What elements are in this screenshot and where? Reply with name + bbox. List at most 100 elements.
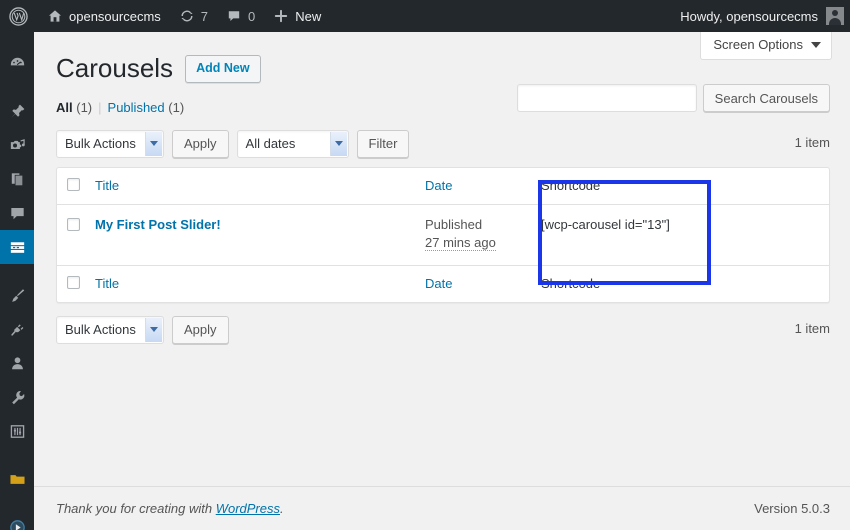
avatar-icon bbox=[826, 7, 844, 25]
apply-button-bottom[interactable]: Apply bbox=[172, 315, 229, 344]
dashboard-gauge-icon bbox=[8, 54, 27, 73]
pin-icon bbox=[8, 102, 27, 121]
bulk-actions-select-top[interactable]: Bulk Actions bbox=[56, 129, 164, 158]
sidebar-item-tools[interactable] bbox=[0, 380, 34, 414]
sidebar-item-pages[interactable] bbox=[0, 162, 34, 196]
column-footer-extra bbox=[695, 264, 829, 302]
search-submit-button[interactable]: Search Carousels bbox=[702, 84, 830, 112]
comment-bubble-icon bbox=[226, 8, 242, 24]
site-name-label: opensourcecms bbox=[69, 8, 161, 24]
wrench-icon bbox=[8, 388, 27, 407]
select-all-checkbox-top[interactable] bbox=[67, 177, 80, 191]
sidebar-item-plugins[interactable] bbox=[0, 312, 34, 346]
bulk-actions-value-top: Bulk Actions bbox=[65, 136, 136, 152]
plus-icon bbox=[273, 8, 289, 24]
updates-count: 7 bbox=[200, 8, 209, 24]
apply-button-top[interactable]: Apply bbox=[172, 129, 229, 158]
comments-menu[interactable]: 0 bbox=[217, 0, 264, 32]
column-header-extra bbox=[695, 168, 829, 205]
add-new-button[interactable]: Add New bbox=[185, 54, 261, 84]
item-count-bottom: 1 item bbox=[794, 320, 830, 336]
column-header-date-link[interactable]: Date bbox=[425, 178, 452, 193]
tablenav-bottom: Bulk Actions Apply 1 item bbox=[56, 315, 830, 345]
table-body: My First Post Slider! Published 27 mins … bbox=[57, 205, 829, 265]
page-header: Carousels Add New bbox=[56, 42, 830, 86]
plug-icon bbox=[8, 320, 27, 339]
search-box: Search Carousels bbox=[516, 84, 830, 112]
page-title: Carousels bbox=[56, 53, 174, 83]
table-foot: Title Date Shortcode bbox=[57, 264, 829, 302]
column-footer-title[interactable]: Title bbox=[95, 264, 425, 302]
my-account-menu[interactable]: Howdy, opensourcecms bbox=[680, 7, 850, 25]
home-icon bbox=[47, 8, 63, 24]
column-header-title-link[interactable]: Title bbox=[95, 178, 119, 193]
new-content-menu[interactable]: New bbox=[264, 0, 330, 32]
search-input[interactable] bbox=[516, 84, 697, 112]
sidebar-item-users[interactable] bbox=[0, 346, 34, 380]
filter-published-label[interactable]: Published bbox=[108, 100, 165, 115]
column-footer-title-link[interactable]: Title bbox=[95, 276, 119, 291]
sidebar-item-folder[interactable] bbox=[0, 462, 34, 496]
tablenav-top: Bulk Actions Apply All dates Filter 1 it… bbox=[56, 129, 830, 159]
sidebar-gap-4 bbox=[0, 496, 34, 510]
chevron-down-icon bbox=[145, 317, 162, 342]
row-select-cell bbox=[57, 205, 95, 265]
table-footer-row: Title Date Shortcode bbox=[57, 264, 829, 302]
chevron-down-icon bbox=[145, 131, 162, 156]
comments-count: 0 bbox=[248, 8, 256, 24]
page-wrap: Carousels Add New All (1) | Published (1… bbox=[34, 32, 850, 345]
table-row[interactable]: My First Post Slider! Published 27 mins … bbox=[57, 205, 829, 265]
admin-footer: Thank you for creating with WordPress. V… bbox=[34, 486, 850, 530]
row-shortcode-cell: [wcp-carousel id="13"] bbox=[525, 205, 695, 265]
row-date-status: Published bbox=[425, 216, 483, 232]
user-icon bbox=[8, 354, 27, 373]
row-title-link[interactable]: My First Post Slider! bbox=[95, 217, 221, 232]
sidebar-gap-2 bbox=[0, 264, 34, 278]
site-name-menu[interactable]: opensourcecms bbox=[38, 0, 170, 32]
new-label: New bbox=[295, 8, 322, 24]
sidebar-item-posts[interactable] bbox=[0, 94, 34, 128]
column-header-date[interactable]: Date bbox=[425, 168, 525, 205]
column-footer-date[interactable]: Date bbox=[425, 264, 525, 302]
row-checkbox[interactable] bbox=[67, 217, 80, 231]
item-count-top: 1 item bbox=[794, 134, 830, 150]
wordpress-link[interactable]: WordPress bbox=[216, 501, 280, 516]
admin-bar: opensourcecms 7 0 New Howdy, opensourcec… bbox=[0, 0, 850, 32]
filter-all-count: (1) bbox=[76, 99, 93, 115]
wordpress-logo-menu[interactable] bbox=[0, 0, 38, 32]
sidebar-item-media[interactable] bbox=[0, 128, 34, 162]
chevron-down-icon bbox=[329, 131, 347, 156]
select-all-checkbox-bottom[interactable] bbox=[67, 275, 80, 289]
table-head: Title Date Shortcode bbox=[57, 168, 829, 205]
filter-all-label: All bbox=[56, 99, 73, 115]
paint-brush-icon bbox=[8, 286, 27, 305]
table-header-row: Title Date Shortcode bbox=[57, 168, 829, 205]
select-all-footer bbox=[57, 264, 95, 302]
updates-icon bbox=[179, 8, 195, 24]
row-date-relative: 27 mins ago bbox=[425, 234, 496, 251]
column-footer-date-link[interactable]: Date bbox=[425, 276, 452, 291]
sidebar-item-comments[interactable] bbox=[0, 196, 34, 230]
sidebar-item-dashboard[interactable] bbox=[0, 46, 34, 80]
filter-divider: | bbox=[98, 99, 102, 115]
filter-published[interactable]: Published (1) bbox=[108, 100, 185, 115]
sliders-icon bbox=[8, 422, 27, 441]
sidebar-top-gap bbox=[0, 32, 34, 46]
row-title-cell: My First Post Slider! bbox=[95, 205, 425, 265]
filter-all[interactable]: All (1) bbox=[56, 100, 92, 115]
sidebar-item-settings[interactable] bbox=[0, 414, 34, 448]
list-menu-icon bbox=[8, 238, 27, 257]
folder-icon bbox=[8, 470, 27, 489]
filter-button[interactable]: Filter bbox=[356, 129, 410, 158]
wordpress-logo-icon bbox=[9, 6, 28, 26]
date-filter-select[interactable]: All dates bbox=[236, 129, 349, 158]
wordpress-admin-screen: opensourcecms 7 0 New Howdy, opensourcec… bbox=[0, 0, 850, 530]
main-content-area: Screen Options Carousels Add New All (1)… bbox=[34, 32, 850, 530]
sidebar-item-carousels[interactable] bbox=[0, 230, 40, 264]
sidebar-item-media-player[interactable] bbox=[0, 510, 34, 530]
updates-menu[interactable]: 7 bbox=[170, 0, 217, 32]
column-header-title[interactable]: Title bbox=[95, 168, 425, 205]
bulk-actions-select-bottom[interactable]: Bulk Actions bbox=[56, 315, 164, 344]
sidebar-item-appearance[interactable] bbox=[0, 278, 34, 312]
column-footer-shortcode: Shortcode bbox=[525, 264, 695, 302]
